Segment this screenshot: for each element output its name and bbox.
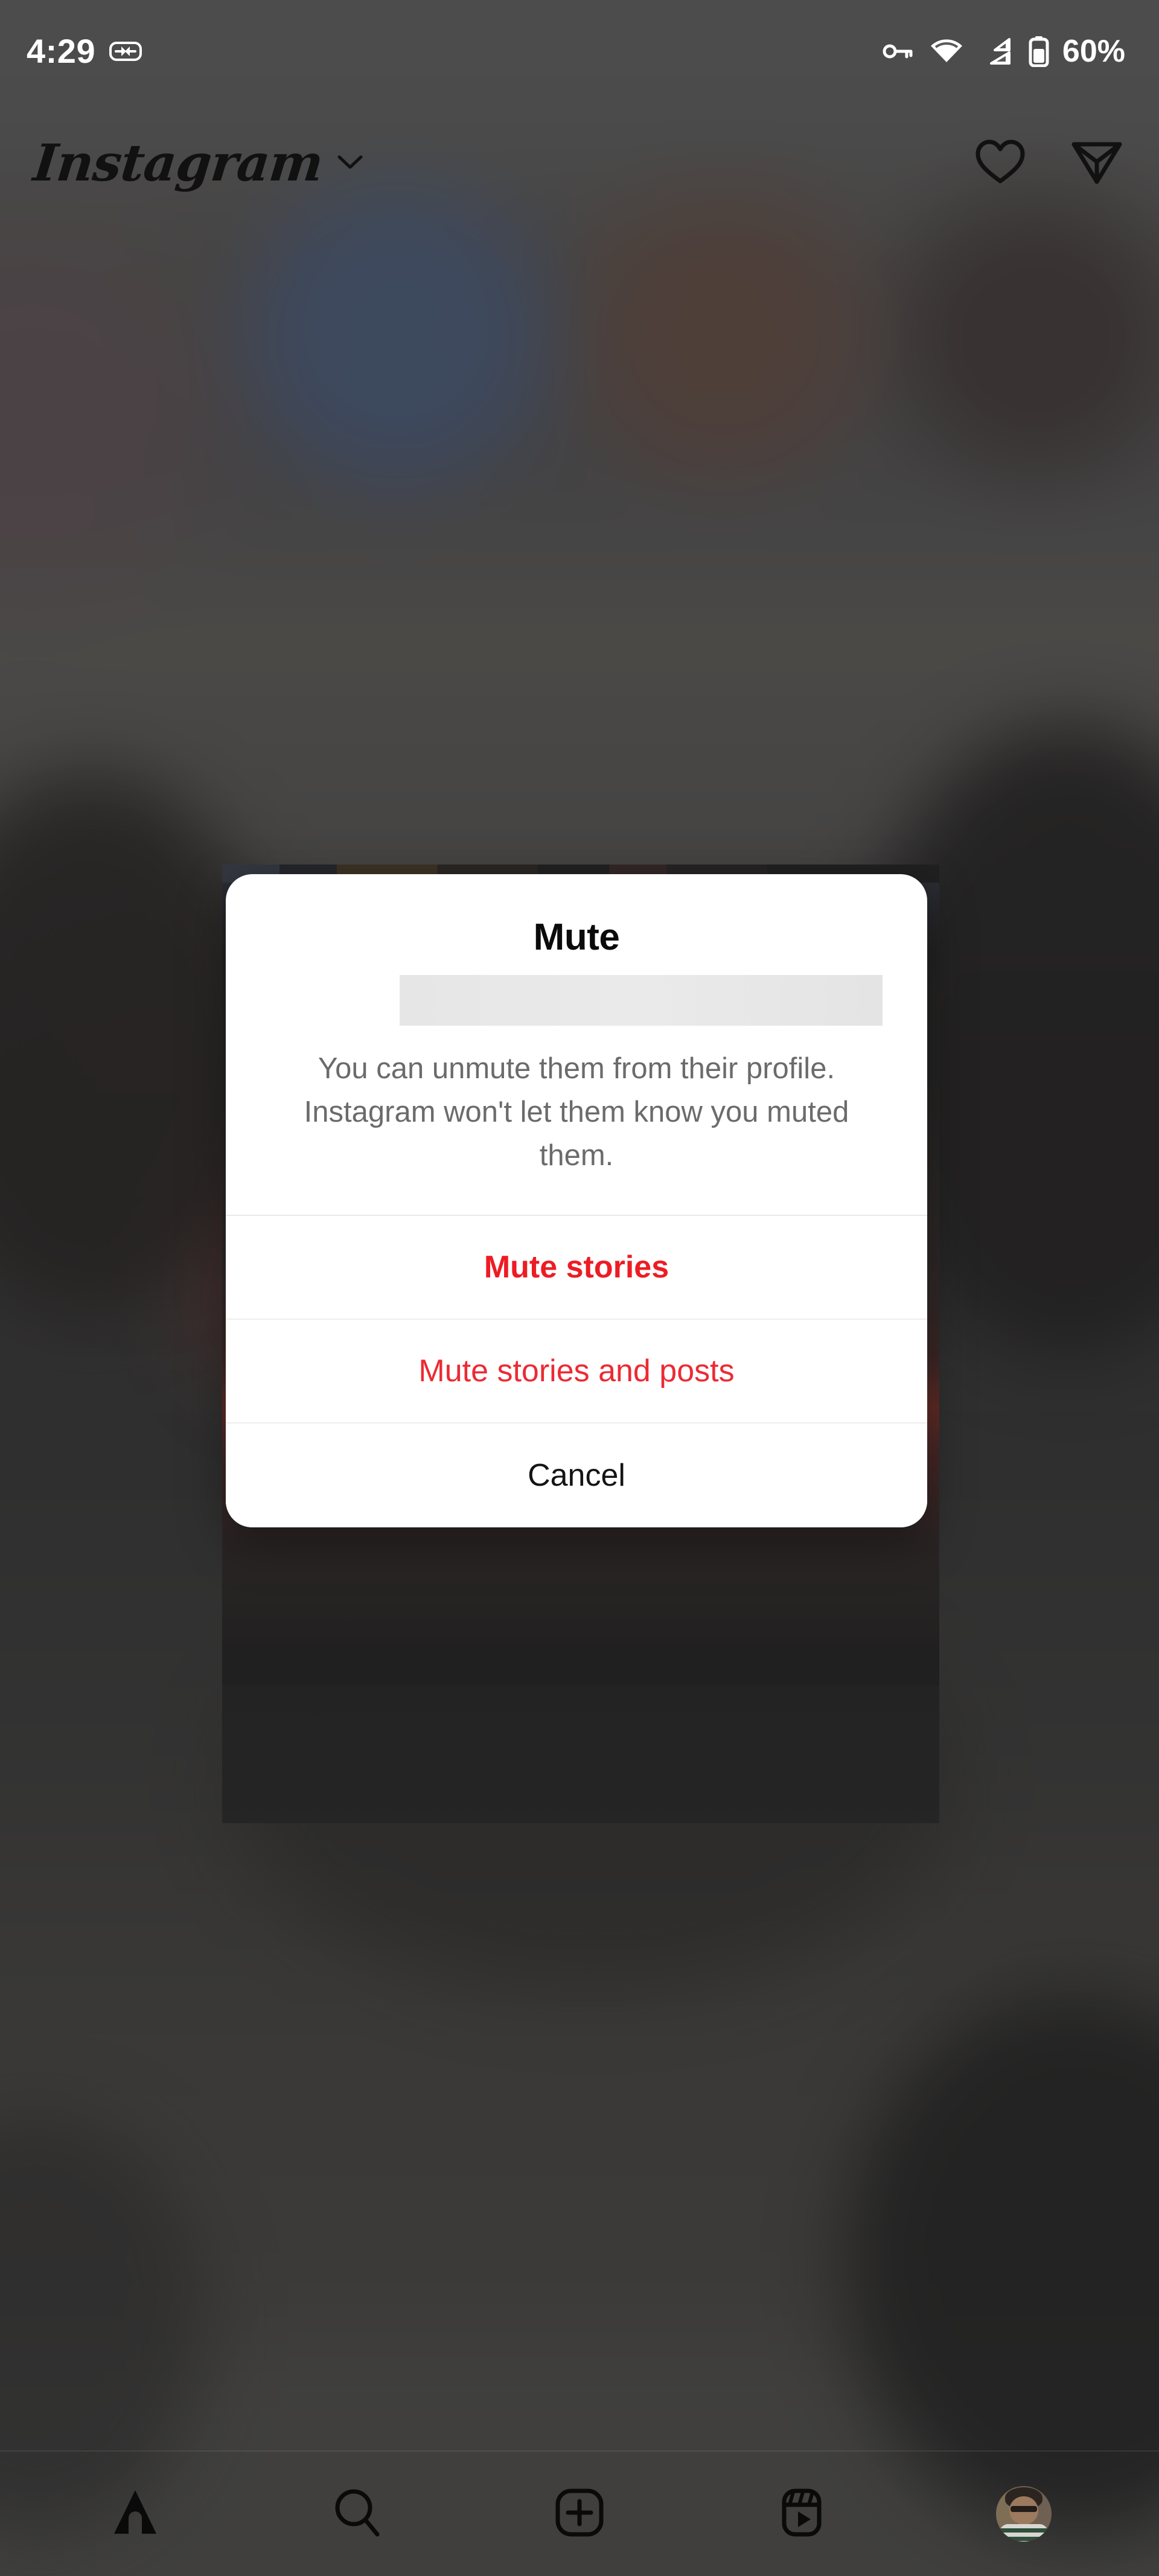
- mute-dialog-subject: a: [262, 969, 891, 1026]
- nav-item-search[interactable]: [297, 2487, 418, 2542]
- instagram-header-actions: [974, 138, 1123, 189]
- nav-item-home[interactable]: [75, 2487, 196, 2542]
- username-redaction-bar: [400, 975, 883, 1026]
- chevron-down-icon[interactable]: [336, 152, 365, 174]
- post-photo-shadow: [222, 1577, 939, 1686]
- reels-icon: [776, 2487, 828, 2542]
- instagram-wordmark: Instagram: [30, 133, 326, 193]
- phone-screen: 4:29 60% Instagram Mute You can unmute t…: [0, 0, 1159, 2576]
- battery-percentage: 60%: [1062, 34, 1125, 69]
- cancel-button[interactable]: Cancel: [226, 1424, 927, 1528]
- instagram-header: Instagram: [0, 103, 1159, 223]
- heart-icon[interactable]: [974, 138, 1026, 189]
- status-bar: 4:29 60%: [0, 0, 1159, 103]
- nav-item-profile[interactable]: [963, 2486, 1084, 2542]
- avatar: [996, 2486, 1052, 2542]
- instagram-brand[interactable]: Instagram: [30, 133, 365, 193]
- home-icon: [109, 2487, 161, 2542]
- status-bar-left: 4:29: [27, 34, 142, 68]
- vpn-key-icon: [881, 39, 914, 63]
- status-clock: 4:29: [27, 32, 96, 70]
- search-icon: [331, 2487, 383, 2542]
- battery-icon: [1029, 36, 1049, 67]
- mute-dialog-body: Mute a You can unmute them from their pr…: [226, 874, 927, 1215]
- paper-plane-icon[interactable]: [1071, 138, 1123, 189]
- bottom-navigation-bar: [0, 2450, 1159, 2576]
- mute-dialog-actions: Mute stories Mute stories and posts Canc…: [226, 1215, 927, 1528]
- wifi-icon: [930, 38, 963, 65]
- mute-dialog-message: You can unmute them from their profile. …: [304, 1052, 849, 1172]
- nav-item-create[interactable]: [519, 2487, 640, 2542]
- status-bar-right: 60%: [881, 33, 1125, 69]
- nav-item-reels[interactable]: [741, 2487, 862, 2542]
- mute-dialog: Mute a You can unmute them from their pr…: [226, 874, 927, 1528]
- mute-dialog-title: Mute: [533, 916, 620, 958]
- data-saver-icon: [109, 39, 142, 63]
- mute-stories-and-posts-button[interactable]: Mute stories and posts: [226, 1320, 927, 1424]
- plus-square-icon: [554, 2487, 605, 2542]
- cellular-signal-icon: [979, 38, 1013, 65]
- mute-stories-button[interactable]: Mute stories: [226, 1216, 927, 1320]
